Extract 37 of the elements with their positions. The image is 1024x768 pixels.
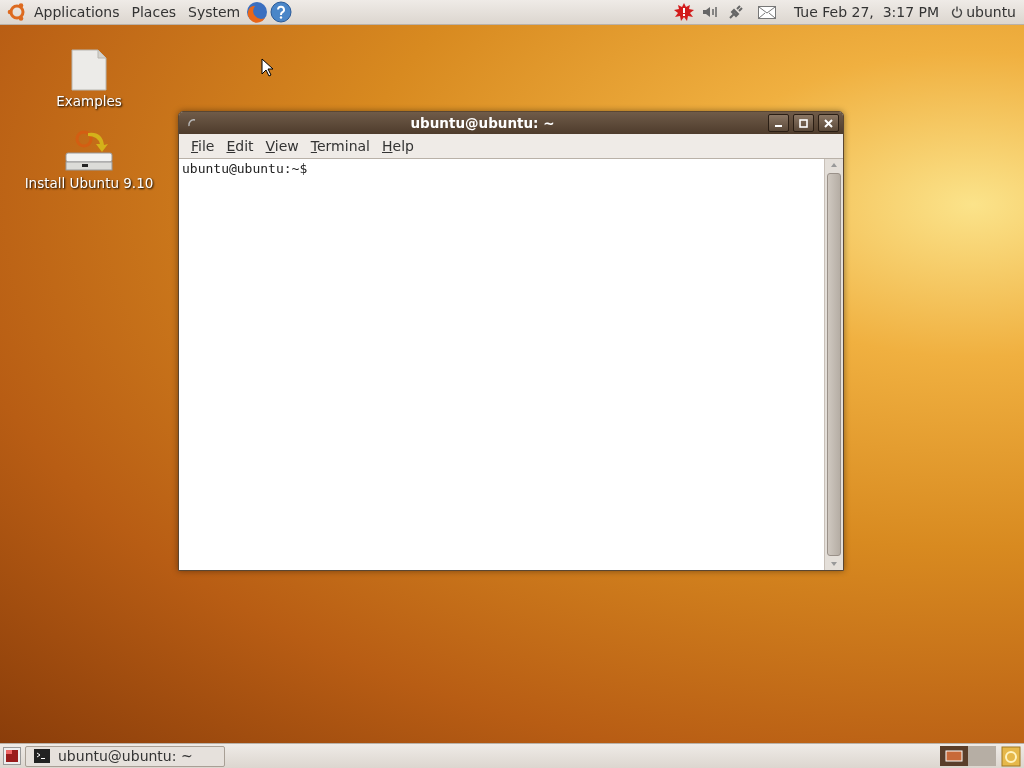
clock[interactable]: Tue Feb 27, 3:17 PM xyxy=(787,4,946,20)
maximize-button[interactable] xyxy=(793,114,814,132)
panel-menu[interactable]: System xyxy=(182,4,247,20)
terminal-icon xyxy=(34,749,50,763)
maximize-icon xyxy=(799,118,808,128)
mail-icon[interactable] xyxy=(757,5,776,19)
browser-icon[interactable] xyxy=(246,1,269,23)
power-icon[interactable] xyxy=(951,6,964,18)
menu-item[interactable]: File xyxy=(185,138,221,154)
close-icon xyxy=(824,118,833,128)
menu-item[interactable]: View xyxy=(259,138,305,154)
mouse-pointer-icon xyxy=(261,58,273,77)
trash-icon[interactable] xyxy=(1000,745,1022,767)
menu-item[interactable]: Help xyxy=(376,138,420,154)
document-icon[interactable] xyxy=(71,49,107,91)
network-plug-icon[interactable] xyxy=(727,4,744,20)
panel-menu[interactable]: Places xyxy=(125,4,183,20)
taskbar-button[interactable]: ubuntu@ubuntu: ~ xyxy=(25,745,225,767)
window-menu-icon[interactable] xyxy=(187,118,197,128)
show-desktop-icon[interactable] xyxy=(3,747,21,765)
alert-icon[interactable] xyxy=(673,3,694,21)
panel-menu[interactable]: Applications xyxy=(28,4,126,20)
minimize-icon xyxy=(775,124,782,127)
workspace-window-icon xyxy=(945,750,963,762)
close-button[interactable] xyxy=(818,114,839,132)
user-menu[interactable]: ubuntu xyxy=(963,4,1022,20)
minimize-button[interactable] xyxy=(768,114,789,132)
desktop-icon-label: Examples xyxy=(56,93,122,109)
menu-item[interactable]: Edit xyxy=(220,138,260,154)
installer-drive-icon[interactable] xyxy=(64,129,114,173)
volume-icon[interactable] xyxy=(701,4,718,20)
workspace-button[interactable] xyxy=(940,746,968,766)
desktop-icon-label: Install Ubuntu 9.10 xyxy=(24,175,154,191)
help-icon[interactable] xyxy=(270,1,293,23)
window-title: ubuntu@ubuntu: ~ xyxy=(409,115,556,131)
terminal-prompt: ubuntu@ubuntu:~$ xyxy=(182,161,308,176)
menu-item[interactable]: Terminal xyxy=(304,138,376,154)
